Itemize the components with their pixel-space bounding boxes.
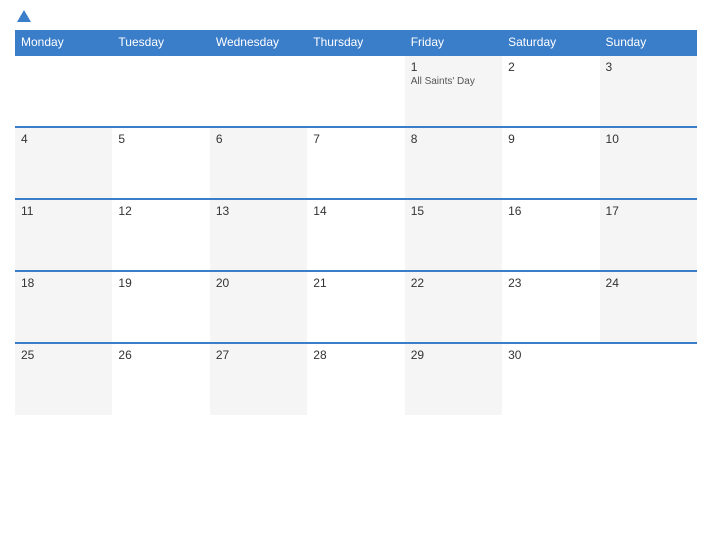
- calendar-cell: 7: [307, 127, 404, 199]
- day-number: 19: [118, 276, 203, 290]
- page: MondayTuesdayWednesdayThursdayFridaySatu…: [0, 0, 712, 550]
- day-number: 20: [216, 276, 301, 290]
- day-number: 5: [118, 132, 203, 146]
- calendar-cell: 13: [210, 199, 307, 271]
- calendar-cell: 12: [112, 199, 209, 271]
- calendar-cell: 2: [502, 55, 599, 127]
- day-number: 1: [411, 60, 496, 74]
- day-number: 27: [216, 348, 301, 362]
- weekday-header-thursday: Thursday: [307, 30, 404, 55]
- day-number: 21: [313, 276, 398, 290]
- calendar-cell: 10: [600, 127, 697, 199]
- calendar-cell: 14: [307, 199, 404, 271]
- day-number: 24: [606, 276, 691, 290]
- weekday-header-wednesday: Wednesday: [210, 30, 307, 55]
- calendar-cell: 22: [405, 271, 502, 343]
- calendar-cell: 9: [502, 127, 599, 199]
- calendar-cell: 26: [112, 343, 209, 415]
- calendar-cell: [112, 55, 209, 127]
- calendar-cell: 18: [15, 271, 112, 343]
- calendar-cell: 1 All Saints' Day: [405, 55, 502, 127]
- calendar-cell: 19: [112, 271, 209, 343]
- day-number: 3: [606, 60, 691, 74]
- calendar-cell: [210, 55, 307, 127]
- calendar-cell: [600, 343, 697, 415]
- calendar-cell: [15, 55, 112, 127]
- weekday-header-row: MondayTuesdayWednesdayThursdayFridaySatu…: [15, 30, 697, 55]
- calendar-week-row: 18 19 20 21 22 23 24: [15, 271, 697, 343]
- day-number: 15: [411, 204, 496, 218]
- logo: [15, 10, 31, 22]
- day-number: 14: [313, 204, 398, 218]
- calendar-cell: 21: [307, 271, 404, 343]
- calendar-cell: 15: [405, 199, 502, 271]
- day-number: 4: [21, 132, 106, 146]
- calendar-cell: [307, 55, 404, 127]
- day-number: 8: [411, 132, 496, 146]
- day-number: 12: [118, 204, 203, 218]
- holiday-label: All Saints' Day: [411, 76, 496, 87]
- weekday-header-tuesday: Tuesday: [112, 30, 209, 55]
- header: [15, 10, 697, 22]
- calendar-cell: 5: [112, 127, 209, 199]
- day-number: 10: [606, 132, 691, 146]
- day-number: 16: [508, 204, 593, 218]
- day-number: 29: [411, 348, 496, 362]
- calendar-cell: 16: [502, 199, 599, 271]
- day-number: 18: [21, 276, 106, 290]
- calendar-cell: 25: [15, 343, 112, 415]
- calendar-cell: 29: [405, 343, 502, 415]
- day-number: 22: [411, 276, 496, 290]
- day-number: 23: [508, 276, 593, 290]
- weekday-header-friday: Friday: [405, 30, 502, 55]
- calendar-cell: 6: [210, 127, 307, 199]
- calendar-cell: 3: [600, 55, 697, 127]
- calendar-cell: 27: [210, 343, 307, 415]
- day-number: 13: [216, 204, 301, 218]
- day-number: 2: [508, 60, 593, 74]
- calendar-cell: 8: [405, 127, 502, 199]
- day-number: 11: [21, 204, 106, 218]
- weekday-header-saturday: Saturday: [502, 30, 599, 55]
- calendar-week-row: 25 26 27 28 29 30: [15, 343, 697, 415]
- day-number: 17: [606, 204, 691, 218]
- calendar-cell: 24: [600, 271, 697, 343]
- calendar-table: MondayTuesdayWednesdayThursdayFridaySatu…: [15, 30, 697, 415]
- day-number: 25: [21, 348, 106, 362]
- calendar-week-row: 11 12 13 14 15 16 17: [15, 199, 697, 271]
- calendar-cell: 23: [502, 271, 599, 343]
- calendar-cell: 4: [15, 127, 112, 199]
- logo-triangle-icon: [17, 10, 31, 22]
- calendar-cell: 20: [210, 271, 307, 343]
- weekday-header-sunday: Sunday: [600, 30, 697, 55]
- calendar-cell: 28: [307, 343, 404, 415]
- day-number: 28: [313, 348, 398, 362]
- day-number: 30: [508, 348, 593, 362]
- calendar-cell: 17: [600, 199, 697, 271]
- calendar-cell: 30: [502, 343, 599, 415]
- weekday-header-monday: Monday: [15, 30, 112, 55]
- day-number: 9: [508, 132, 593, 146]
- calendar-cell: 11: [15, 199, 112, 271]
- day-number: 7: [313, 132, 398, 146]
- calendar-week-row: 1 All Saints' Day 23: [15, 55, 697, 127]
- day-number: 26: [118, 348, 203, 362]
- calendar-week-row: 456789 10: [15, 127, 697, 199]
- day-number: 6: [216, 132, 301, 146]
